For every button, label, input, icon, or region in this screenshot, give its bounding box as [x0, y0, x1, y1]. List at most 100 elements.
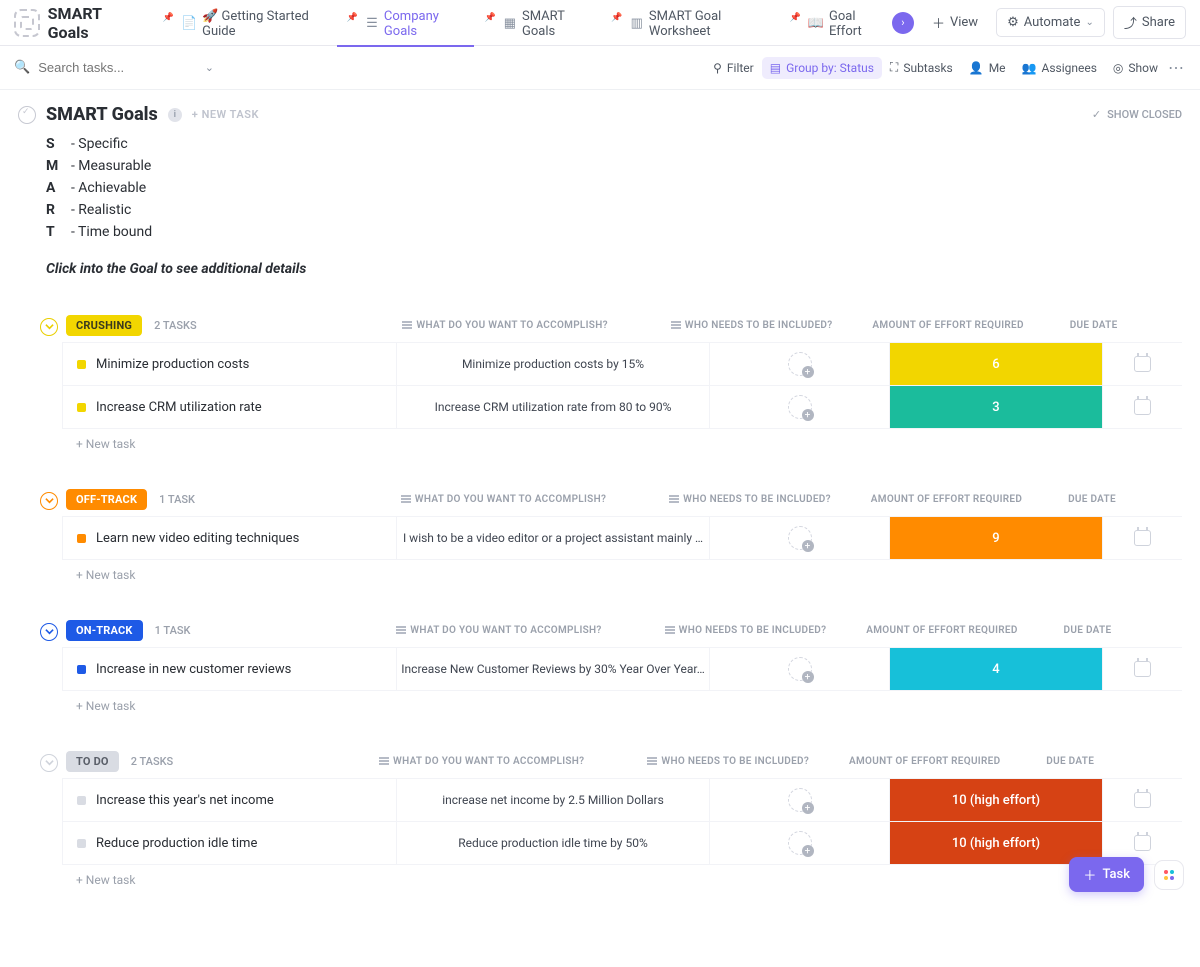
- task-accomplish-cell[interactable]: Increase New Customer Reviews by 30% Yea…: [397, 648, 710, 690]
- task-name-cell[interactable]: Reduce production idle time: [63, 822, 397, 864]
- info-icon[interactable]: i: [168, 108, 182, 122]
- task-assignee-cell[interactable]: [710, 648, 890, 690]
- task-effort-cell[interactable]: 4: [890, 648, 1103, 690]
- tab-smart-goal-worksheet[interactable]: 📌▥SMART Goal Worksheet: [601, 0, 779, 46]
- smart-line: A - Achievable: [46, 177, 1182, 199]
- task-effort-cell[interactable]: 6: [890, 343, 1103, 385]
- assignee-placeholder-icon[interactable]: [788, 526, 812, 550]
- add-view-button[interactable]: ＋View: [922, 7, 988, 38]
- task-name-cell[interactable]: Increase this year's net income: [63, 779, 397, 821]
- col-due[interactable]: DUE DATE: [1048, 625, 1126, 636]
- task-row[interactable]: Increase this year's net income increase…: [62, 778, 1182, 822]
- col-due[interactable]: DUE DATE: [1053, 494, 1131, 505]
- show-button[interactable]: ◎Show: [1105, 57, 1166, 79]
- assignees-button[interactable]: 👥Assignees: [1014, 57, 1105, 79]
- space-icon[interactable]: [14, 9, 40, 37]
- search-dropdown-icon[interactable]: ⌄: [205, 61, 214, 74]
- col-due[interactable]: DUE DATE: [1055, 320, 1133, 331]
- task-accomplish-cell[interactable]: I wish to be a video editor or a project…: [397, 517, 710, 559]
- task-row[interactable]: Learn new video editing techniques I wis…: [62, 516, 1182, 560]
- col-accomplish[interactable]: WHAT DO YOU WANT TO ACCOMPLISH?: [325, 756, 638, 767]
- task-assignee-cell[interactable]: [710, 343, 890, 385]
- status-badge[interactable]: CRUSHING: [66, 315, 142, 336]
- col-who[interactable]: WHO NEEDS TO BE INCLUDED?: [655, 625, 835, 636]
- group-toggle-icon[interactable]: [40, 492, 58, 510]
- text-icon: [402, 321, 412, 331]
- col-who[interactable]: WHO NEEDS TO BE INCLUDED?: [638, 756, 818, 767]
- new-task-fab[interactable]: ＋Task: [1069, 857, 1144, 892]
- task-assignee-cell[interactable]: [710, 386, 890, 428]
- tab-goal-effort[interactable]: 📌📖Goal Effort: [780, 0, 892, 46]
- assignee-placeholder-icon[interactable]: [788, 657, 812, 681]
- status-dot-icon: [77, 360, 86, 369]
- task-row[interactable]: Increase CRM utilization rate Increase C…: [62, 386, 1182, 429]
- apps-fab[interactable]: [1154, 860, 1184, 890]
- group-toggle-icon[interactable]: [40, 754, 58, 772]
- more-menu[interactable]: ⋯: [1166, 54, 1186, 81]
- task-assignee-cell[interactable]: [710, 517, 890, 559]
- task-assignee-cell[interactable]: [710, 779, 890, 821]
- assignee-placeholder-icon[interactable]: [788, 788, 812, 812]
- col-due[interactable]: DUE DATE: [1031, 756, 1109, 767]
- groupby-button[interactable]: ▤Group by: Status: [762, 57, 882, 79]
- task-effort-cell[interactable]: 9: [890, 517, 1103, 559]
- task-name: Minimize production costs: [96, 357, 249, 372]
- assignee-placeholder-icon[interactable]: [788, 395, 812, 419]
- pin-icon: 📌: [163, 13, 174, 23]
- task-due-cell[interactable]: [1103, 517, 1181, 559]
- col-effort[interactable]: AMOUNT OF EFFORT REQUIRED: [835, 625, 1048, 636]
- task-due-cell[interactable]: [1103, 343, 1181, 385]
- automate-button[interactable]: ⚙Automate⌄: [996, 8, 1105, 37]
- group-toggle-icon[interactable]: [40, 623, 58, 641]
- col-who[interactable]: WHO NEEDS TO BE INCLUDED?: [662, 320, 842, 331]
- tab--getting-started-guide[interactable]: 📌📄🚀 Getting Started Guide: [153, 0, 337, 46]
- workspace-title[interactable]: SMART Goals: [48, 4, 137, 42]
- new-task-link[interactable]: + NEW TASK: [192, 108, 259, 121]
- share-button[interactable]: ⤴Share: [1113, 6, 1186, 39]
- add-task-link[interactable]: + New task: [62, 691, 1182, 713]
- group-toggle-icon[interactable]: [40, 318, 58, 336]
- status-badge[interactable]: ON-TRACK: [66, 620, 143, 641]
- task-row[interactable]: Reduce production idle time Reduce produ…: [62, 822, 1182, 865]
- assignee-placeholder-icon[interactable]: [788, 831, 812, 855]
- search-input[interactable]: [38, 60, 168, 75]
- filter-button[interactable]: ⚲Filter: [705, 57, 762, 79]
- task-assignee-cell[interactable]: [710, 822, 890, 864]
- task-due-cell[interactable]: [1103, 648, 1181, 690]
- task-name-cell[interactable]: Minimize production costs: [63, 343, 397, 385]
- task-due-cell[interactable]: [1103, 779, 1181, 821]
- subtasks-button[interactable]: ⛶Subtasks: [882, 56, 961, 79]
- col-accomplish[interactable]: WHAT DO YOU WANT TO ACCOMPLISH?: [349, 320, 662, 331]
- task-name-cell[interactable]: Learn new video editing techniques: [63, 517, 397, 559]
- task-accomplish-cell[interactable]: Increase CRM utilization rate from 80 to…: [397, 386, 710, 428]
- tab-smart-goals[interactable]: 📌▦SMART Goals: [474, 0, 601, 46]
- task-due-cell[interactable]: [1103, 386, 1181, 428]
- list-toggle-icon[interactable]: [18, 106, 36, 124]
- task-effort-cell[interactable]: 10 (high effort): [890, 779, 1103, 821]
- col-effort[interactable]: AMOUNT OF EFFORT REQUIRED: [840, 494, 1053, 505]
- add-task-link[interactable]: + New task: [62, 865, 1182, 887]
- task-accomplish-cell[interactable]: Minimize production costs by 15%: [397, 343, 710, 385]
- col-effort[interactable]: AMOUNT OF EFFORT REQUIRED: [842, 320, 1055, 331]
- me-button[interactable]: 👤Me: [961, 57, 1014, 79]
- status-badge[interactable]: TO DO: [66, 751, 119, 772]
- task-name-cell[interactable]: Increase CRM utilization rate: [63, 386, 397, 428]
- task-row[interactable]: Increase in new customer reviews Increas…: [62, 647, 1182, 691]
- task-name-cell[interactable]: Increase in new customer reviews: [63, 648, 397, 690]
- show-closed-button[interactable]: ✓SHOW CLOSED: [1092, 108, 1182, 121]
- task-accomplish-cell[interactable]: Reduce production idle time by 50%: [397, 822, 710, 864]
- assignee-placeholder-icon[interactable]: [788, 352, 812, 376]
- add-task-link[interactable]: + New task: [62, 560, 1182, 582]
- col-accomplish[interactable]: WHAT DO YOU WANT TO ACCOMPLISH?: [347, 494, 660, 505]
- col-effort[interactable]: AMOUNT OF EFFORT REQUIRED: [818, 756, 1031, 767]
- task-row[interactable]: Minimize production costs Minimize produ…: [62, 342, 1182, 386]
- task-accomplish-cell[interactable]: increase net income by 2.5 Million Dolla…: [397, 779, 710, 821]
- search-box[interactable]: 🔍 ⌄: [14, 60, 214, 75]
- add-task-link[interactable]: + New task: [62, 429, 1182, 451]
- col-who[interactable]: WHO NEEDS TO BE INCLUDED?: [660, 494, 840, 505]
- nav-scroll-button[interactable]: ›: [892, 12, 914, 34]
- status-badge[interactable]: OFF-TRACK: [66, 489, 147, 510]
- tab-company-goals[interactable]: 📌☰Company Goals: [337, 0, 475, 46]
- col-accomplish[interactable]: WHAT DO YOU WANT TO ACCOMPLISH?: [342, 625, 655, 636]
- task-effort-cell[interactable]: 3: [890, 386, 1103, 428]
